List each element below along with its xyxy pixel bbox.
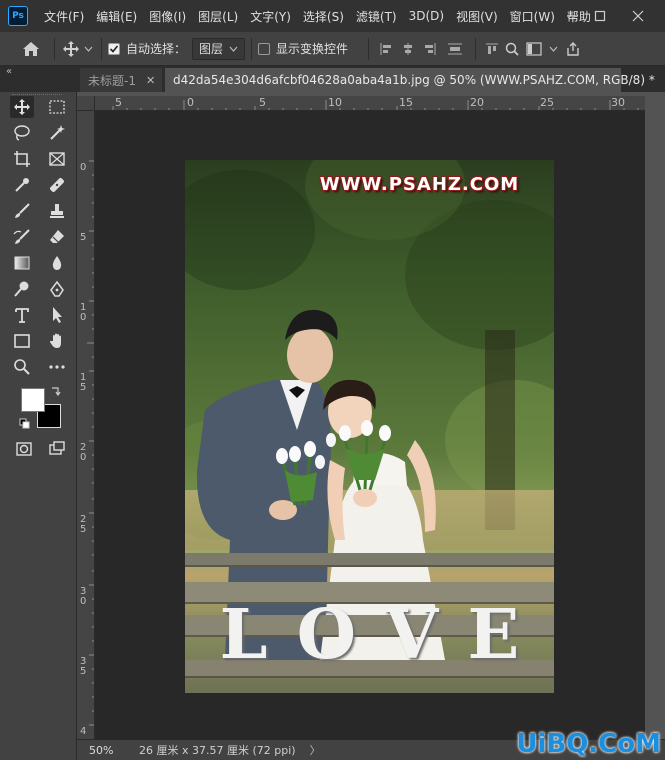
bench-rail: [185, 553, 554, 567]
show-transform-label: 显示变换控件: [276, 42, 349, 56]
align-right-icon[interactable]: [419, 42, 441, 56]
menu-image[interactable]: 图像(I): [143, 8, 192, 25]
zoom-tool-icon[interactable]: [10, 356, 34, 378]
menu-layer[interactable]: 图层(L): [192, 8, 244, 25]
more-tools-icon[interactable]: [45, 356, 69, 378]
show-transform-checkbox[interactable]: [258, 42, 271, 55]
auto-select-checkbox[interactable]: [108, 42, 120, 55]
separator: [54, 37, 55, 60]
auto-select-label: 自动选择：: [126, 42, 187, 56]
path-selection-tool-icon[interactable]: [45, 304, 69, 326]
align-center-icon[interactable]: [397, 42, 419, 56]
site-watermark-logo: UiBQ.CoM: [516, 729, 661, 759]
tools-panel: [0, 92, 77, 760]
menu-filter[interactable]: 滤镜(T): [350, 8, 403, 25]
workspace-icon[interactable]: [522, 41, 546, 56]
default-colors-icon[interactable]: [19, 418, 31, 433]
pen-tool-icon[interactable]: [45, 278, 69, 300]
screen-mode-icon[interactable]: [45, 438, 69, 460]
tab-close-icon[interactable]: ✕: [146, 74, 155, 87]
menu-view[interactable]: 视图(V): [450, 8, 504, 25]
tab-active-document[interactable]: d42da54e304d6afcbf04628a0aba4a1b.jpg @ 5…: [165, 68, 665, 92]
align-left-icon[interactable]: [375, 42, 397, 56]
lasso-tool-icon[interactable]: [10, 122, 34, 144]
type-tool-icon[interactable]: [10, 304, 34, 326]
history-brush-tool-icon[interactable]: [10, 226, 34, 248]
photoshop-logo-icon: Ps: [8, 6, 28, 26]
menu-select[interactable]: 选择(S): [297, 8, 350, 25]
rectangle-tool-icon[interactable]: [10, 330, 34, 352]
dodge-tool-icon[interactable]: [10, 278, 34, 300]
share-icon[interactable]: [560, 41, 586, 57]
love-letter: V: [385, 595, 439, 675]
marquee-tool-icon[interactable]: [45, 96, 69, 118]
search-icon[interactable]: [502, 42, 522, 56]
options-bar: 自动选择： 图层 显示变换控件: [0, 32, 665, 66]
tab-label: d42da54e304d6afcbf04628a0aba4a1b.jpg @ 5…: [173, 73, 655, 87]
swap-colors-icon[interactable]: [50, 385, 62, 400]
ruler-corner[interactable]: [77, 96, 95, 111]
healing-brush-tool-icon[interactable]: [45, 174, 69, 196]
love-letter: O: [296, 595, 357, 675]
maximize-icon[interactable]: [584, 0, 616, 32]
status-menu-arrow-icon[interactable]: 〉: [310, 742, 321, 758]
document-info: 26 厘米 x 37.57 厘米 (72 ppi): [139, 744, 296, 757]
love-letter: E: [467, 595, 520, 675]
layer-select-value: 图层: [199, 42, 224, 56]
crop-tool-icon[interactable]: [10, 148, 34, 170]
foreground-color-swatch[interactable]: [21, 388, 45, 412]
brush-tool-icon[interactable]: [10, 200, 34, 222]
horizontal-ruler[interactable]: 5 0 5 10 15 20 25 30: [95, 96, 645, 111]
close-icon[interactable]: [622, 0, 654, 32]
eraser-tool-icon[interactable]: [45, 226, 69, 248]
move-tool-icon[interactable]: [10, 96, 34, 118]
separator: [251, 37, 253, 60]
align-top-icon[interactable]: [482, 42, 502, 56]
move-tool-icon[interactable]: [61, 40, 81, 58]
document-image[interactable]: L O V E WWW.PSAHZ.COM: [185, 160, 554, 693]
menu-edit[interactable]: 编辑(E): [90, 8, 143, 25]
menu-bar: Ps 文件(F) 编辑(E) 图像(I) 图层(L) 文字(Y) 选择(S) 滤…: [0, 0, 665, 32]
separator: [101, 37, 102, 60]
chevron-down-icon: [229, 46, 238, 52]
menu-file[interactable]: 文件(F): [38, 8, 90, 25]
love-letter: L: [219, 595, 268, 675]
chevron-down-icon[interactable]: [81, 46, 95, 52]
separator: [475, 37, 477, 60]
home-icon[interactable]: [14, 41, 48, 57]
layer-select-dropdown[interactable]: 图层: [192, 37, 246, 60]
quick-mask-icon[interactable]: [12, 438, 36, 460]
distribute-icon[interactable]: [441, 42, 469, 56]
canvas-workspace[interactable]: L O V E WWW.PSAHZ.COM: [95, 111, 645, 739]
separator: [368, 37, 370, 60]
love-letters: L O V E: [185, 595, 554, 675]
stamp-tool-icon[interactable]: [45, 200, 69, 222]
vertical-ruler[interactable]: 0 5 10 15 20 25 30 35 4: [77, 111, 95, 739]
eyedropper-tool-icon[interactable]: [10, 174, 34, 196]
canvas-right-margin: [645, 96, 665, 739]
menu-type[interactable]: 文字(Y): [244, 8, 297, 25]
gradient-tool-icon[interactable]: [10, 252, 34, 274]
watermark-text: WWW.PSAHZ.COM: [319, 174, 520, 195]
hand-tool-icon[interactable]: [45, 330, 69, 352]
collapse-panels-icon[interactable]: «: [6, 66, 12, 77]
frame-tool-icon[interactable]: [45, 148, 69, 170]
document-tab-bar: « 未标题-1 ✕ d42da54e304d6afcbf04628a0aba4a…: [0, 66, 665, 92]
menu-window[interactable]: 窗口(W): [504, 8, 561, 25]
zoom-level-field[interactable]: 50%: [77, 744, 121, 757]
menu-3d[interactable]: 3D(D): [403, 9, 450, 23]
blur-tool-icon[interactable]: [45, 252, 69, 274]
chevron-down-icon[interactable]: [546, 46, 560, 52]
magic-wand-tool-icon[interactable]: [45, 122, 69, 144]
tab-label: 未标题-1: [88, 73, 136, 88]
tab-untitled[interactable]: 未标题-1 ✕: [80, 68, 162, 92]
